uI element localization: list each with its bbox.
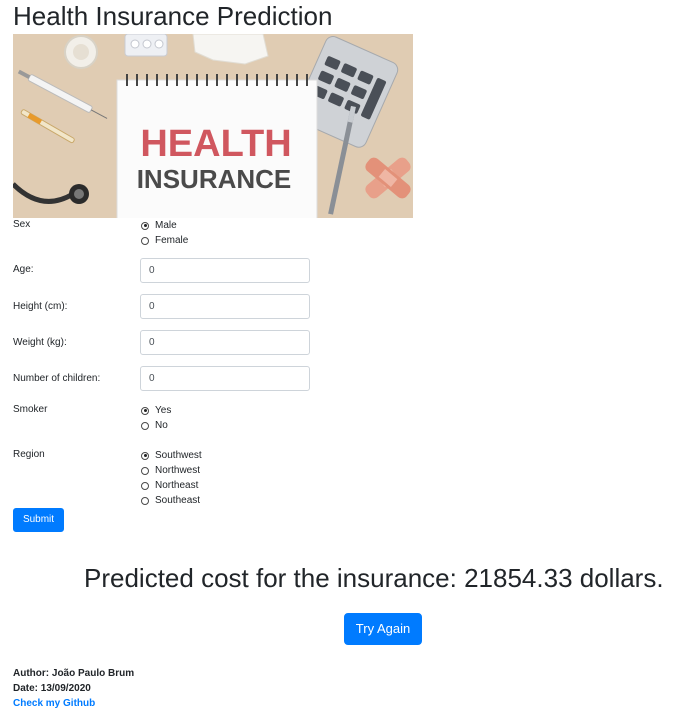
try-again-button[interactable]: Try Again <box>344 613 422 645</box>
health-insurance-image: HEALTH INSURANCE <box>13 34 413 218</box>
radio-button[interactable] <box>141 496 149 505</box>
region-option-label: Southeast <box>155 495 201 506</box>
region-option-southwest[interactable]: Southwest <box>141 448 202 463</box>
region-option-label: Southwest <box>155 450 202 461</box>
github-link[interactable]: Check my Github <box>13 696 95 711</box>
sex-label: Sex <box>13 219 31 230</box>
radio-button-checked[interactable] <box>141 221 149 230</box>
hero-text-health: HEALTH <box>140 123 291 165</box>
height-input[interactable]: 0 <box>140 294 310 319</box>
children-label: Number of children: <box>13 373 101 384</box>
author-text: Author: João Paulo Brum <box>13 668 135 679</box>
children-input[interactable]: 0 <box>140 366 310 391</box>
region-option-label: Northwest <box>155 465 201 476</box>
radio-button[interactable] <box>141 481 149 490</box>
prediction-result: Predicted cost for the insurance: 21854.… <box>84 563 664 593</box>
radio-button[interactable] <box>141 466 149 475</box>
radio-button[interactable] <box>141 421 149 430</box>
age-input[interactable]: 0 <box>140 258 310 283</box>
submit-button[interactable]: Submit <box>13 508 64 532</box>
hero-text-insurance: INSURANCE <box>137 164 292 194</box>
radio-button-checked[interactable] <box>141 406 149 415</box>
height-label: Height (cm): <box>13 301 68 312</box>
age-label: Age: <box>13 264 34 275</box>
smoker-option-label: No <box>155 420 168 431</box>
radio-button[interactable] <box>141 236 149 245</box>
sex-option-label: Female <box>155 235 189 246</box>
weight-input[interactable]: 0 <box>140 330 310 355</box>
radio-button-checked[interactable] <box>141 451 149 460</box>
page-title: Health Insurance Prediction <box>13 1 333 31</box>
weight-label: Weight (kg): <box>13 337 67 348</box>
smoker-option-no[interactable]: No <box>141 418 168 433</box>
region-option-northeast[interactable]: Northeast <box>141 478 198 493</box>
date-text: Date: 13/09/2020 <box>13 683 91 694</box>
region-option-northwest[interactable]: Northwest <box>141 463 200 478</box>
sex-option-male[interactable]: Male <box>141 218 177 233</box>
region-option-label: Northeast <box>155 480 199 491</box>
smoker-option-label: Yes <box>155 405 172 416</box>
sex-option-label: Male <box>155 220 177 231</box>
smoker-label: Smoker <box>13 404 48 415</box>
sex-option-female[interactable]: Female <box>141 233 188 248</box>
smoker-option-yes[interactable]: Yes <box>141 403 171 418</box>
region-label: Region <box>13 449 45 460</box>
region-option-southeast[interactable]: Southeast <box>141 493 200 508</box>
